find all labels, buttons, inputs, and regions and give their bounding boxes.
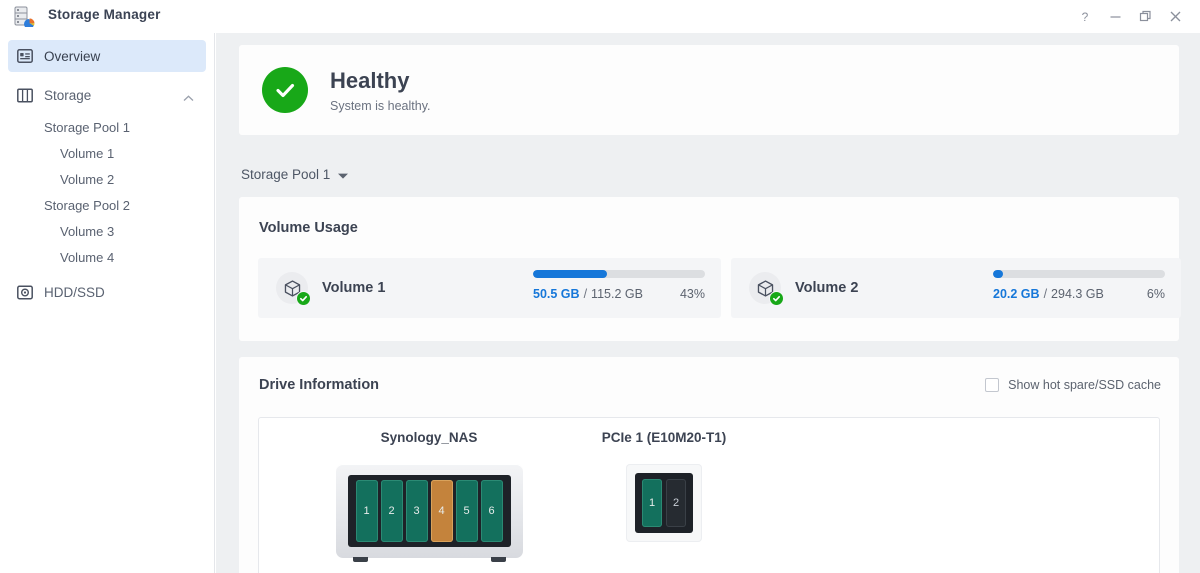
check-icon [296,291,311,306]
progress-track [993,270,1165,278]
volume-stats: 20.2 GB / 294.3 GB 6% [993,287,1165,301]
pcie-module: 1 2 [626,464,702,542]
pcie-slots: 1 2 [635,473,693,533]
volume-separator: / [1044,287,1047,301]
storage-icon [16,87,33,104]
hdd-ssd-icon [16,284,33,301]
restore-icon[interactable] [1130,0,1160,33]
chevron-down-icon[interactable] [338,167,348,182]
volume-usage-title: Volume Usage [259,220,358,236]
check-icon [769,291,784,306]
overview-icon [16,48,33,65]
window-controls: ? [1070,0,1190,33]
minimize-icon[interactable] [1100,0,1130,33]
drive-bay[interactable]: 2 [381,480,403,542]
sidebar-item-overview[interactable]: Overview [8,40,206,72]
volume-cube-icon [749,272,781,304]
drive-information-card: Drive Information Show hot spare/SSD cac… [239,357,1179,573]
sidebar-item-volume-4[interactable]: Volume 4 [0,244,214,270]
volume-total: 294.3 GB [1051,287,1104,301]
drive-information-title: Drive Information [259,377,379,393]
chevron-up-icon[interactable] [183,90,194,105]
checkbox-box[interactable] [985,378,999,392]
volume-used: 20.2 GB [993,287,1040,301]
sidebar-item-label: Storage [44,88,91,103]
drive-diagram-panel: Synology_NAS 1 2 3 4 5 6 PCIe 1 (E10 [258,417,1160,573]
volume-usage-meter: 20.2 GB / 294.3 GB 6% [993,270,1165,301]
help-icon[interactable]: ? [1070,0,1100,33]
show-hot-spare-label: Show hot spare/SSD cache [1008,378,1161,392]
volume-usage-meter: 50.5 GB / 115.2 GB 43% [533,270,705,301]
enclosure-foot [491,557,506,562]
enclosure-foot [353,557,368,562]
volume-row[interactable]: Volume 1 50.5 GB / 115.2 GB 43% [258,258,721,318]
sidebar-sub-label: Storage Pool 1 [44,120,130,135]
sidebar-item-volume-2[interactable]: Volume 2 [0,166,214,192]
health-title: Healthy [330,67,431,95]
volume-name: Volume 2 [795,280,858,296]
drive-bay[interactable]: 1 [356,480,378,542]
sidebar-item-storage-pool-2[interactable]: Storage Pool 2 [0,192,214,218]
volume-separator: / [584,287,587,301]
storage-pool-selected-label: Storage Pool 1 [241,167,330,182]
sidebar-item-hdd-ssd[interactable]: HDD/SSD [8,276,206,308]
health-status-card: Healthy System is healthy. [239,45,1179,135]
sidebar-sub-label: Volume 2 [60,172,114,187]
sidebar: Overview Storage Storage Pool 1 Volume 1… [0,33,215,573]
drive-bay[interactable]: 4 [431,480,453,542]
drive-bay[interactable]: 3 [406,480,428,542]
drive-unit-label: Synology_NAS [304,430,554,445]
volume-total: 115.2 GB [591,287,643,301]
volume-used: 50.5 GB [533,287,580,301]
sidebar-sub-label: Volume 3 [60,224,114,239]
storage-manager-icon [14,6,36,27]
close-icon[interactable] [1160,0,1190,33]
show-hot-spare-checkbox[interactable]: Show hot spare/SSD cache [985,378,1161,392]
health-description: System is healthy. [330,99,431,113]
drive-bay[interactable]: 5 [456,480,478,542]
sidebar-item-label: HDD/SSD [44,285,105,300]
main-content: Healthy System is healthy. Storage Pool … [216,33,1200,573]
volume-stats: 50.5 GB / 115.2 GB 43% [533,287,705,301]
drive-unit-pcie: PCIe 1 (E10M20-T1) 1 2 [539,430,789,542]
drive-unit-nas: Synology_NAS 1 2 3 4 5 6 [304,430,554,558]
volume-row[interactable]: Volume 2 20.2 GB / 294.3 GB 6% [731,258,1181,318]
drive-unit-label: PCIe 1 (E10M20-T1) [539,430,789,445]
pcie-slot[interactable]: 1 [642,479,662,527]
progress-fill [533,270,607,278]
volume-percent: 6% [1147,287,1165,301]
sidebar-item-volume-3[interactable]: Volume 3 [0,218,214,244]
volume-name: Volume 1 [322,280,385,296]
sidebar-item-label: Overview [44,49,100,64]
nas-enclosure: 1 2 3 4 5 6 [336,464,523,558]
window-titlebar: Storage Manager ? [0,0,1200,33]
window-title: Storage Manager [48,7,161,22]
volume-percent: 43% [680,287,705,301]
sidebar-item-storage[interactable]: Storage [8,79,206,111]
volume-usage-card: Volume Usage Volume 1 50.5 GB [239,197,1179,341]
check-circle-icon [262,67,308,113]
sidebar-item-volume-1[interactable]: Volume 1 [0,140,214,166]
progress-track [533,270,705,278]
volume-cube-icon [276,272,308,304]
nas-bays: 1 2 3 4 5 6 [348,475,511,547]
storage-pool-selector[interactable]: Storage Pool 1 [241,167,348,182]
sidebar-sub-label: Storage Pool 2 [44,198,130,213]
health-text: Healthy System is healthy. [330,67,431,113]
sidebar-item-storage-pool-1[interactable]: Storage Pool 1 [0,114,214,140]
drive-bay[interactable]: 6 [481,480,503,542]
pcie-slot[interactable]: 2 [666,479,686,527]
sidebar-sub-label: Volume 1 [60,146,114,161]
progress-fill [993,270,1003,278]
storage-children: Storage Pool 1 Volume 1 Volume 2 Storage… [0,114,214,270]
sidebar-sub-label: Volume 4 [60,250,114,265]
svg-text:?: ? [1082,10,1089,24]
